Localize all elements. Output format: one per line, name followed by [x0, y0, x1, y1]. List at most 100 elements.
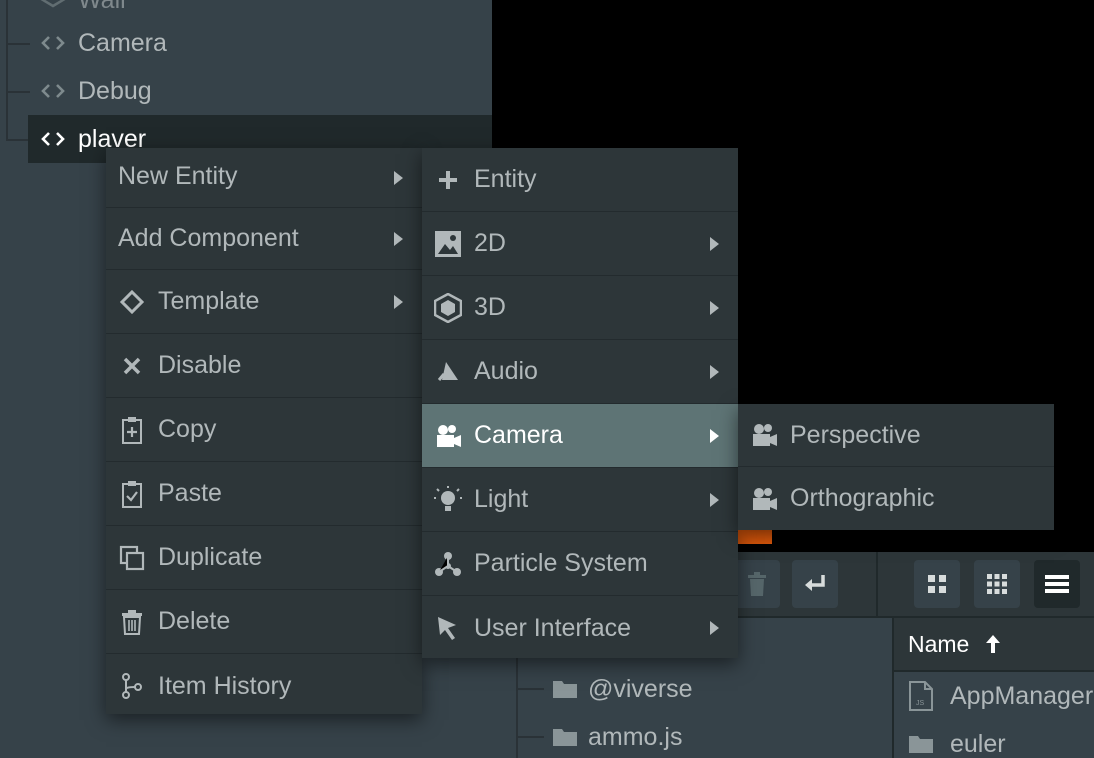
menu-item-orthographic[interactable]: Orthographic	[738, 467, 1054, 530]
camera-icon	[738, 422, 790, 448]
entity-icon	[28, 83, 78, 99]
cursor-icon	[422, 615, 474, 641]
menu-item-label: Perspective	[790, 420, 921, 449]
chevron-right-icon	[708, 620, 720, 636]
menu-item-2d[interactable]: 2D	[422, 212, 738, 276]
template-diamond-icon	[106, 289, 158, 314]
menu-item-perspective[interactable]: Perspective	[738, 404, 1054, 467]
trash-icon	[106, 609, 158, 635]
camera-submenu: Perspective Orthographic	[738, 404, 1054, 530]
folder-label: ammo.js	[588, 722, 683, 751]
tree-branch	[516, 736, 544, 738]
asset-row-euler[interactable]: euler	[894, 720, 1094, 758]
menu-item-label: Template	[158, 287, 260, 315]
audio-icon	[422, 360, 474, 384]
branch-icon	[106, 672, 158, 700]
tree-branch	[6, 43, 30, 45]
asset-label: AppManager	[950, 681, 1094, 710]
menu-item-copy[interactable]: Copy	[106, 398, 422, 462]
hierarchy-item-debug[interactable]: Debug	[28, 67, 492, 115]
menu-item-user-interface[interactable]: User Interface	[422, 596, 738, 660]
menu-item-entity[interactable]: Entity	[422, 148, 738, 212]
hierarchy-item-label: Wall	[78, 0, 126, 15]
folder-item-ammo[interactable]: ammo.js	[516, 713, 682, 758]
viewport-gizmo	[738, 528, 772, 544]
menu-item-label: Copy	[158, 415, 217, 443]
clipboard-check-icon	[106, 480, 158, 508]
menu-item-paste[interactable]: Paste	[106, 462, 422, 526]
entity-icon	[28, 131, 78, 147]
toolbar-separator	[876, 552, 878, 618]
large-grid-view-button[interactable]	[914, 560, 960, 608]
camera-icon	[738, 486, 790, 512]
chevron-right-icon	[392, 170, 404, 186]
image-icon	[422, 230, 474, 258]
small-grid-view-button[interactable]	[974, 560, 1020, 608]
duplicate-icon	[106, 545, 158, 571]
camera-icon	[422, 423, 474, 449]
menu-item-template[interactable]: Template	[106, 270, 422, 334]
svg-text:JS: JS	[916, 700, 925, 707]
asset-label: euler	[950, 729, 1006, 758]
menu-item-label: New Entity	[118, 162, 238, 190]
chevron-right-icon	[392, 294, 404, 310]
entity-context-menu: New Entity Add Component Template Disabl…	[106, 148, 422, 714]
folder-label: @viverse	[588, 674, 693, 703]
menu-item-camera[interactable]: Camera	[422, 404, 738, 468]
menu-item-duplicate[interactable]: Duplicate	[106, 526, 422, 590]
menu-item-label: Entity	[474, 165, 537, 193]
menu-item-label: 2D	[474, 229, 506, 257]
menu-item-item-history[interactable]: Item History	[106, 654, 422, 718]
folder-icon	[908, 734, 950, 754]
menu-item-new-entity[interactable]: New Entity	[106, 148, 422, 208]
menu-item-label: Delete	[158, 607, 231, 635]
menu-item-delete[interactable]: Delete	[106, 590, 422, 654]
chevron-right-icon	[708, 428, 720, 444]
name-column-header[interactable]: Name	[894, 618, 1094, 672]
menu-item-label: Light	[474, 485, 529, 513]
asset-row-appmanager[interactable]: JS AppManager	[894, 672, 1094, 720]
chevron-right-icon	[392, 231, 404, 247]
entity-icon	[28, 35, 78, 51]
entity-icon	[28, 0, 78, 10]
menu-item-3d[interactable]: 3D	[422, 276, 738, 340]
hierarchy-item-camera[interactable]: Camera	[28, 19, 492, 67]
menu-item-label: User Interface	[474, 613, 632, 642]
navigate-up-button[interactable]	[792, 560, 838, 608]
menu-item-label: Item History	[158, 671, 292, 700]
delete-asset-button[interactable]	[734, 560, 780, 608]
tree-line	[6, 0, 8, 140]
chevron-right-icon	[708, 236, 720, 252]
chevron-right-icon	[708, 364, 720, 380]
hexagon-icon	[422, 292, 474, 323]
tree-branch	[516, 688, 544, 690]
tree-branch	[6, 139, 30, 141]
menu-item-label: Particle System	[474, 549, 648, 577]
light-bulb-icon	[422, 485, 474, 515]
clipboard-plus-icon	[106, 416, 158, 444]
menu-item-audio[interactable]: Audio	[422, 340, 738, 404]
folder-icon	[552, 679, 588, 699]
sort-ascending-icon	[969, 634, 1001, 654]
menu-item-label: Disable	[158, 351, 242, 379]
new-entity-submenu: Entity 2D 3D Audio Camera Light Particle…	[422, 148, 738, 658]
menu-item-disable[interactable]: Disable	[106, 334, 422, 398]
menu-item-label: Paste	[158, 479, 222, 507]
list-view-button[interactable]	[1034, 560, 1080, 608]
x-icon	[106, 356, 158, 376]
menu-item-label: Camera	[474, 421, 563, 449]
tree-branch	[6, 91, 30, 93]
column-header-label: Name	[908, 630, 970, 657]
plus-icon	[422, 170, 474, 190]
chevron-right-icon	[708, 492, 720, 508]
hierarchy-item-label: Camera	[78, 28, 167, 57]
chevron-right-icon	[708, 300, 720, 316]
menu-item-light[interactable]: Light	[422, 468, 738, 532]
hierarchy-item-label: Debug	[78, 76, 152, 105]
folder-item-viverse[interactable]: @viverse	[516, 665, 693, 713]
menu-item-particle-system[interactable]: Particle System	[422, 532, 738, 596]
menu-item-label: Duplicate	[158, 543, 263, 571]
menu-item-add-component[interactable]: Add Component	[106, 208, 422, 270]
js-file-icon: JS	[908, 681, 950, 711]
folder-icon	[552, 727, 588, 747]
